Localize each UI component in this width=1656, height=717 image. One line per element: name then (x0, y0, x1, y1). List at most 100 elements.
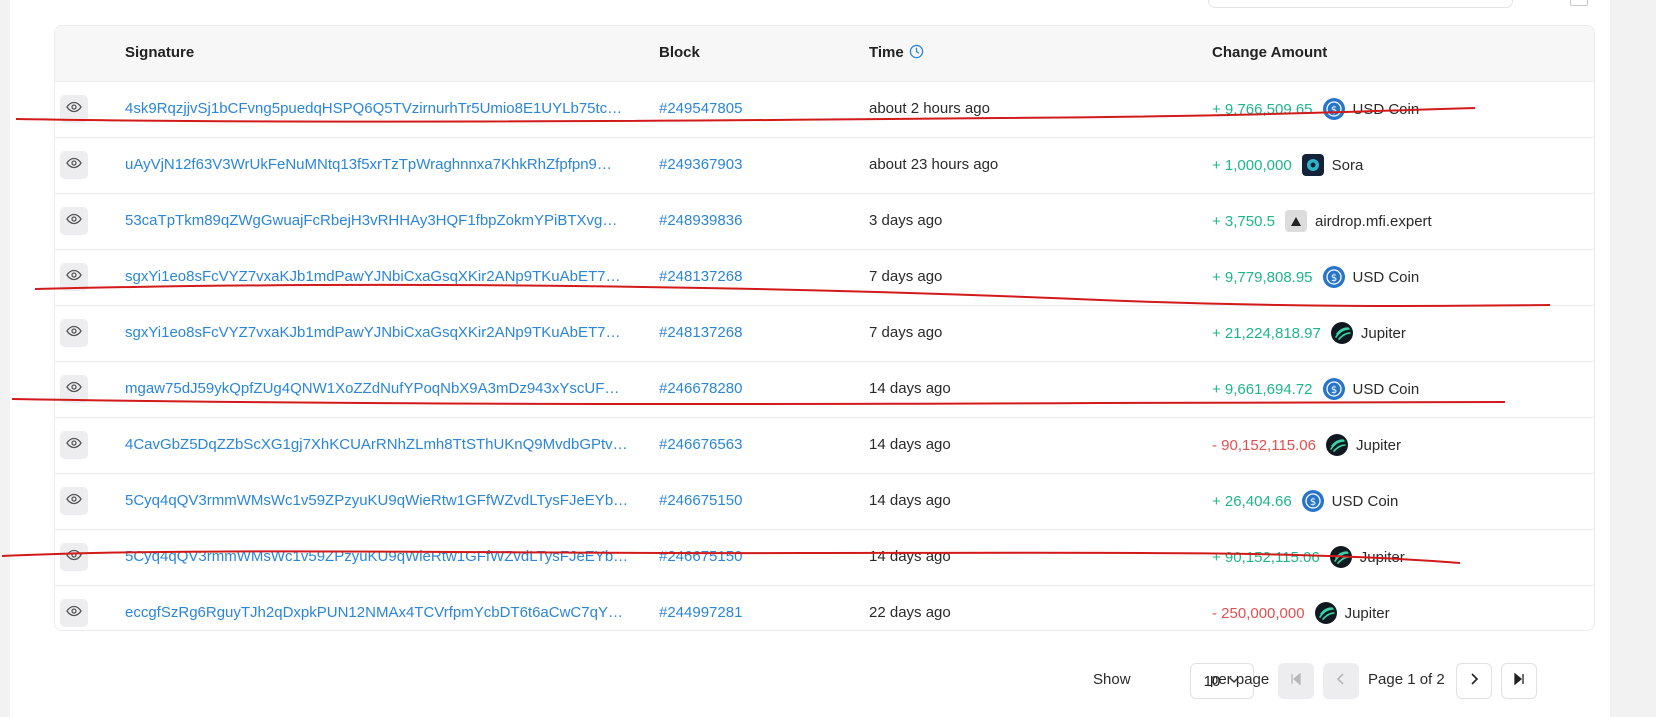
table-row: mgaw75dJ59ykQpfZUg4QNW1XoZZdNufYPoqNbX9A… (55, 362, 1594, 418)
block-link[interactable]: #244997281 (659, 604, 742, 621)
time-ago: 7 days ago (869, 324, 943, 341)
next-page-button[interactable] (1456, 663, 1492, 699)
first-page-button[interactable] (1278, 663, 1314, 699)
change-amount: + 21,224,818.97 Jupiter (1212, 322, 1406, 344)
token-name: Jupiter (1360, 324, 1406, 342)
eye-icon (66, 547, 82, 568)
token-name: USD Coin (1352, 268, 1420, 286)
signature-link[interactable]: 53caTpTkm89qZWgGwuajFcRbejH3vRHHAy3HQF1f… (125, 212, 631, 229)
last-page-icon (1512, 672, 1526, 691)
change-amount: + 3,750.5 airdrop.mfi.expert (1212, 210, 1432, 232)
change-amount: - 90,152,115.06 Jupiter (1212, 434, 1401, 456)
signature-link[interactable]: sgxYi1eo8sFcVYZ7vxaKJb1mdPawYJNbiCxaGsqX… (125, 268, 631, 285)
block-link[interactable]: #248939836 (659, 212, 742, 229)
usdc-icon: $ (1322, 378, 1345, 400)
jupiter-icon (1329, 546, 1352, 568)
time-ago: 14 days ago (869, 436, 951, 453)
time-ago: 14 days ago (869, 492, 951, 509)
change-amount: + 26,404.66 $ USD Coin (1212, 490, 1398, 512)
token-name: USD Coin (1331, 492, 1399, 510)
eye-icon (66, 323, 82, 344)
block-link[interactable]: #246678280 (659, 380, 742, 397)
time-ago: about 2 hours ago (869, 100, 990, 117)
chevron-left-icon (1334, 672, 1348, 691)
view-details-button[interactable] (60, 319, 88, 347)
amount-value: + 3,750.5 (1212, 212, 1275, 230)
table-row: uAyVjN12f63V3WrUkFeNuMNtq13f5xrTzTpWragh… (55, 138, 1594, 194)
block-link[interactable]: #246675150 (659, 548, 742, 565)
token-name: Jupiter (1344, 604, 1390, 622)
token-name: USD Coin (1352, 100, 1420, 118)
time-header[interactable]: Time (869, 44, 924, 63)
change-amount: + 9,779,808.95 $ USD Coin (1212, 266, 1419, 288)
view-details-button[interactable] (60, 599, 88, 627)
last-page-button[interactable] (1501, 663, 1537, 699)
eye-icon (66, 267, 82, 288)
time-ago: 14 days ago (869, 380, 951, 397)
clock-icon[interactable] (909, 44, 924, 63)
token-name: airdrop.mfi.expert (1314, 212, 1432, 230)
svg-text:$: $ (1330, 385, 1336, 396)
change-amount-header: Change Amount (1212, 44, 1328, 61)
eye-icon (66, 99, 82, 120)
signature-link[interactable]: 5Cyq4qQV3rmmWMsWc1v59ZPzyuKU9qWieRtw1GFf… (125, 492, 631, 509)
previous-page-button[interactable] (1323, 663, 1359, 699)
jupiter-icon (1330, 322, 1353, 344)
sora-icon (1301, 154, 1324, 176)
svg-text:$: $ (1330, 273, 1336, 284)
amount-value: + 9,766,509.65 (1212, 100, 1313, 118)
table-row: 5Cyq4qQV3rmmWMsWc1v59ZPzyuKU9qWieRtw1GFf… (55, 530, 1594, 586)
eye-icon (66, 603, 82, 624)
block-link[interactable]: #246676563 (659, 436, 742, 453)
page-indicator: Page 1 of 2 (1368, 671, 1445, 688)
table-row: sgxYi1eo8sFcVYZ7vxaKJb1mdPawYJNbiCxaGsqX… (55, 250, 1594, 306)
block-link[interactable]: #248137268 (659, 268, 742, 285)
block-link[interactable]: #249367903 (659, 156, 742, 173)
signature-link[interactable]: mgaw75dJ59ykQpfZUg4QNW1XoZZdNufYPoqNbX9A… (125, 380, 631, 397)
usdc-icon: $ (1301, 490, 1324, 512)
view-details-button[interactable] (60, 207, 88, 235)
search-input[interactable] (1208, 0, 1513, 8)
signature-link[interactable]: eccgfSzRg6RguyTJh2qDxpkPUN12NMAx4TCVrfpm… (125, 604, 631, 621)
block-link[interactable]: #246675150 (659, 492, 742, 509)
eye-icon (66, 435, 82, 456)
page: Signature Block Time Change Amount 4sk9R… (10, 0, 1610, 717)
view-details-button[interactable] (60, 431, 88, 459)
per-page-label: per page (1210, 671, 1270, 688)
eye-icon (66, 211, 82, 232)
view-details-button[interactable] (60, 95, 88, 123)
airdrop-icon (1284, 210, 1307, 232)
transactions-table: Signature Block Time Change Amount 4sk9R… (54, 25, 1595, 631)
usdc-icon: $ (1322, 98, 1345, 120)
token-name: Jupiter (1359, 548, 1405, 566)
signature-link[interactable]: 4sk9RqzjjvSj1bCFvng5puedqHSPQ6Q5TVzirnur… (125, 100, 631, 117)
view-details-button[interactable] (60, 543, 88, 571)
eye-icon (66, 155, 82, 176)
time-ago: 7 days ago (869, 268, 943, 285)
view-details-button[interactable] (60, 151, 88, 179)
time-ago: 14 days ago (869, 548, 951, 565)
block-link[interactable]: #249547805 (659, 100, 742, 117)
eye-icon (66, 379, 82, 400)
view-details-button[interactable] (60, 375, 88, 403)
block-link[interactable]: #248137268 (659, 324, 742, 341)
signature-link[interactable]: 5Cyq4qQV3rmmWMsWc1v59ZPzyuKU9qWieRtw1GFf… (125, 548, 631, 565)
block-header: Block (659, 44, 700, 61)
view-details-button[interactable] (60, 487, 88, 515)
change-amount: + 9,661,694.72 $ USD Coin (1212, 378, 1419, 400)
signature-link[interactable]: sgxYi1eo8sFcVYZ7vxaKJb1mdPawYJNbiCxaGsqX… (125, 324, 631, 341)
time-ago: 22 days ago (869, 604, 951, 621)
amount-value: - 250,000,000 (1212, 604, 1305, 622)
signature-link[interactable]: uAyVjN12f63V3WrUkFeNuMNtq13f5xrTzTpWragh… (125, 156, 631, 173)
view-details-button[interactable] (60, 263, 88, 291)
amount-value: - 90,152,115.06 (1212, 436, 1316, 454)
time-ago: about 23 hours ago (869, 156, 999, 173)
token-name: Sora (1331, 156, 1364, 174)
show-label: Show (1093, 671, 1131, 688)
signature-link[interactable]: 4CavGbZ5DqZZbScXG1gj7XhKCUArRNhZLmh8TtST… (125, 436, 631, 453)
first-page-icon (1289, 672, 1303, 691)
jupiter-icon (1325, 434, 1348, 456)
view-toggle-icon[interactable] (1570, 0, 1588, 6)
table-row: eccgfSzRg6RguyTJh2qDxpkPUN12NMAx4TCVrfpm… (55, 586, 1594, 630)
signature-header: Signature (125, 44, 195, 61)
